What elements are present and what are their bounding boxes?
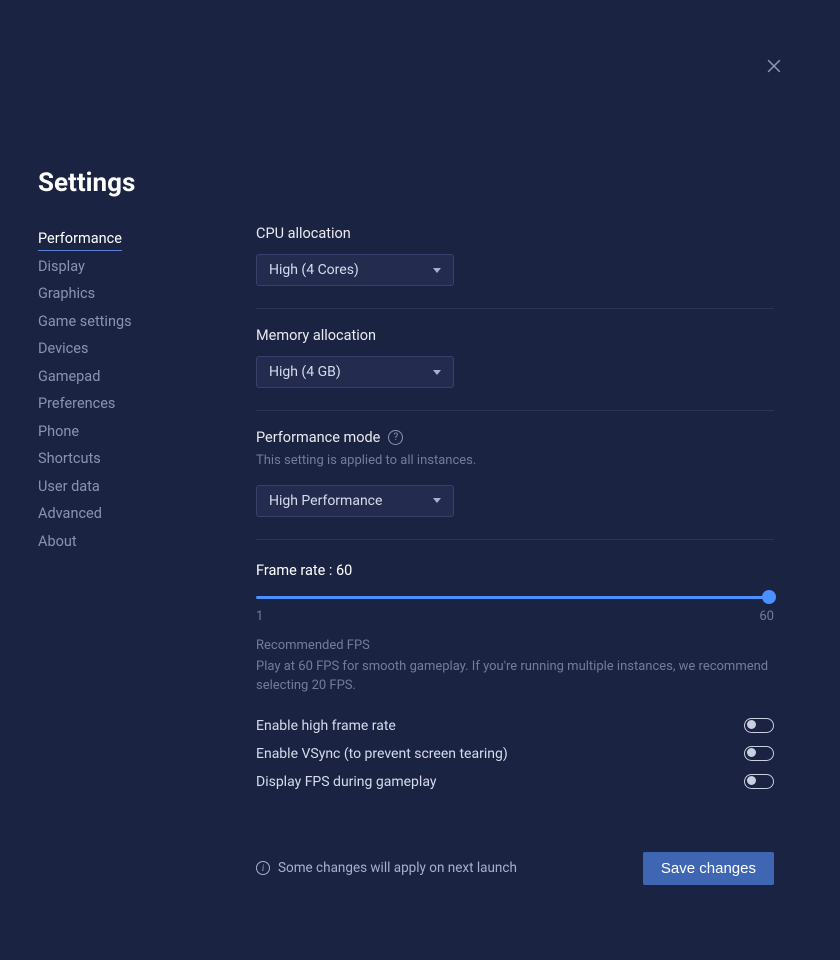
- recommended-fps-title: Recommended FPS: [256, 638, 774, 653]
- display-fps-label: Display FPS during gameplay: [256, 774, 436, 790]
- content: CPU allocation High (4 Cores) Memory all…: [256, 165, 774, 885]
- sidebar-item-preferences[interactable]: Preferences: [38, 391, 115, 419]
- save-changes-button[interactable]: Save changes: [643, 852, 774, 885]
- page-title: Settings: [38, 168, 135, 198]
- sidebar-item-user-data[interactable]: User data: [38, 473, 100, 501]
- sidebar-item-about[interactable]: About: [38, 528, 77, 556]
- enable-high-frame-toggle[interactable]: [744, 718, 774, 733]
- enable-vsync-toggle[interactable]: [744, 746, 774, 761]
- slider-max: 60: [759, 609, 774, 624]
- close-icon[interactable]: [764, 56, 784, 76]
- performance-mode-select[interactable]: High Performance: [256, 485, 454, 517]
- sidebar-item-game-settings[interactable]: Game settings: [38, 308, 132, 336]
- performance-mode-hint: This setting is applied to all instances…: [256, 452, 774, 471]
- frame-rate-slider[interactable]: [256, 589, 774, 607]
- slider-thumb[interactable]: [762, 590, 776, 604]
- enable-high-frame-label: Enable high frame rate: [256, 718, 396, 734]
- sidebar-item-performance[interactable]: Performance: [38, 225, 122, 251]
- footer-info-text: Some changes will apply on next launch: [278, 860, 517, 876]
- memory-allocation-label: Memory allocation: [256, 327, 376, 344]
- performance-mode-label: Performance mode: [256, 429, 380, 446]
- sidebar-item-display[interactable]: Display: [38, 253, 85, 281]
- help-icon[interactable]: ?: [388, 430, 403, 445]
- sidebar-item-devices[interactable]: Devices: [38, 336, 88, 364]
- info-icon: i: [256, 861, 270, 875]
- recommended-fps-text: Play at 60 FPS for smooth gameplay. If y…: [256, 657, 774, 696]
- sidebar-item-gamepad[interactable]: Gamepad: [38, 363, 100, 391]
- sidebar-item-phone[interactable]: Phone: [38, 418, 79, 446]
- sidebar-item-advanced[interactable]: Advanced: [38, 501, 102, 529]
- caret-down-icon: [433, 268, 441, 273]
- memory-allocation-select[interactable]: High (4 GB): [256, 356, 454, 388]
- sidebar-item-graphics[interactable]: Graphics: [38, 281, 95, 309]
- enable-vsync-label: Enable VSync (to prevent screen tearing): [256, 746, 508, 762]
- display-fps-toggle[interactable]: [744, 774, 774, 789]
- slider-min: 1: [256, 609, 263, 624]
- frame-rate-label: Frame rate : 60: [256, 562, 774, 579]
- cpu-allocation-select[interactable]: High (4 Cores): [256, 254, 454, 286]
- sidebar: Performance Display Graphics Game settin…: [38, 165, 256, 885]
- performance-mode-value: High Performance: [269, 493, 382, 509]
- cpu-allocation-label: CPU allocation: [256, 225, 351, 242]
- caret-down-icon: [433, 370, 441, 375]
- memory-allocation-value: High (4 GB): [269, 364, 341, 380]
- caret-down-icon: [433, 498, 441, 503]
- cpu-allocation-value: High (4 Cores): [269, 262, 359, 278]
- sidebar-item-shortcuts[interactable]: Shortcuts: [38, 446, 101, 474]
